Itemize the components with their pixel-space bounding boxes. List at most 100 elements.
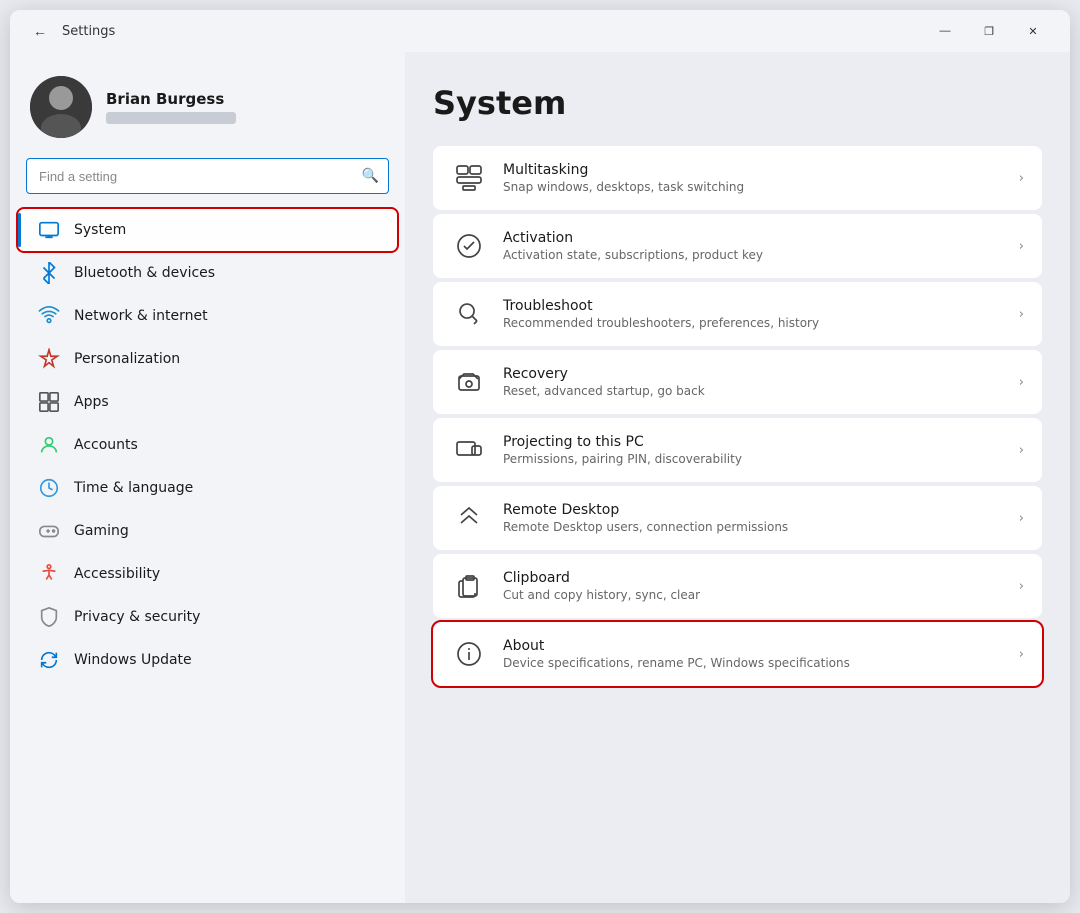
nav-list: System Bluetooth & devices Network & int… xyxy=(10,208,405,682)
sidebar-item-apps[interactable]: Apps xyxy=(18,381,397,423)
page-title: System xyxy=(433,84,1042,122)
recovery-settings-icon xyxy=(451,364,487,400)
close-button[interactable]: ✕ xyxy=(1012,15,1054,47)
accessibility-icon xyxy=(38,563,60,585)
settings-item-text: Projecting to this PC Permissions, pairi… xyxy=(503,434,1011,466)
sidebar-item-update[interactable]: Windows Update xyxy=(18,639,397,681)
settings-item-desc: Reset, advanced startup, go back xyxy=(503,384,1011,398)
settings-item-title: Remote Desktop xyxy=(503,502,1011,518)
settings-item-text: Troubleshoot Recommended troubleshooters… xyxy=(503,298,1011,330)
update-icon xyxy=(38,649,60,671)
chevron-right-icon: › xyxy=(1019,239,1024,254)
settings-item-text: Activation Activation state, subscriptio… xyxy=(503,230,1011,262)
search-box: 🔍 xyxy=(26,158,389,194)
settings-item-desc: Cut and copy history, sync, clear xyxy=(503,588,1011,602)
settings-item-title: Projecting to this PC xyxy=(503,434,1011,450)
sidebar-item-label: Accounts xyxy=(74,437,138,453)
sidebar-item-accounts[interactable]: Accounts xyxy=(18,424,397,466)
minimize-button[interactable]: — xyxy=(924,15,966,47)
sidebar-item-network[interactable]: Network & internet xyxy=(18,295,397,337)
settings-item-text: Clipboard Cut and copy history, sync, cl… xyxy=(503,570,1011,602)
maximize-button[interactable]: ❐ xyxy=(968,15,1010,47)
sidebar-item-label: Windows Update xyxy=(74,652,192,668)
sidebar-item-time[interactable]: Time & language xyxy=(18,467,397,509)
settings-item-desc: Snap windows, desktops, task switching xyxy=(503,180,1011,194)
settings-item-title: Activation xyxy=(503,230,1011,246)
chevron-right-icon: › xyxy=(1019,579,1024,594)
settings-item-projecting[interactable]: Projecting to this PC Permissions, pairi… xyxy=(433,418,1042,482)
settings-item-title: About xyxy=(503,638,1011,654)
projecting-settings-icon xyxy=(451,432,487,468)
settings-item-desc: Activation state, subscriptions, product… xyxy=(503,248,1011,262)
privacy-icon xyxy=(38,606,60,628)
settings-item-activation[interactable]: Activation Activation state, subscriptio… xyxy=(433,214,1042,278)
settings-list: Multitasking Snap windows, desktops, tas… xyxy=(433,146,1042,686)
activation-settings-icon xyxy=(451,228,487,264)
sidebar-item-label: Gaming xyxy=(74,523,129,539)
settings-item-recovery[interactable]: Recovery Reset, advanced startup, go bac… xyxy=(433,350,1042,414)
sidebar-item-personalization[interactable]: Personalization xyxy=(18,338,397,380)
titlebar: ← Settings — ❐ ✕ xyxy=(10,10,1070,52)
settings-item-text: Recovery Reset, advanced startup, go bac… xyxy=(503,366,1011,398)
multitasking-settings-icon xyxy=(451,160,487,196)
troubleshoot-settings-icon xyxy=(451,296,487,332)
back-button[interactable]: ← xyxy=(26,17,54,45)
gaming-icon xyxy=(38,520,60,542)
settings-item-desc: Device specifications, rename PC, Window… xyxy=(503,656,1011,670)
time-icon xyxy=(38,477,60,499)
sidebar-item-label: Network & internet xyxy=(74,308,208,324)
sidebar-item-label: Privacy & security xyxy=(74,609,200,625)
settings-item-troubleshoot[interactable]: Troubleshoot Recommended troubleshooters… xyxy=(433,282,1042,346)
sidebar-item-label: Apps xyxy=(74,394,109,410)
system-icon xyxy=(38,219,60,241)
settings-item-text: About Device specifications, rename PC, … xyxy=(503,638,1011,670)
user-name: Brian Burgess xyxy=(106,90,236,108)
settings-window: ← Settings — ❐ ✕ Brian Burge xyxy=(10,10,1070,903)
window-title: Settings xyxy=(62,24,924,39)
settings-item-desc: Recommended troubleshooters, preferences… xyxy=(503,316,1011,330)
settings-item-title: Recovery xyxy=(503,366,1011,382)
sidebar-item-label: Bluetooth & devices xyxy=(74,265,215,281)
settings-item-desc: Remote Desktop users, connection permiss… xyxy=(503,520,1011,534)
bluetooth-icon xyxy=(38,262,60,284)
clipboard-settings-icon xyxy=(451,568,487,604)
chevron-right-icon: › xyxy=(1019,171,1024,186)
user-info: Brian Burgess xyxy=(106,90,236,124)
chevron-right-icon: › xyxy=(1019,307,1024,322)
chevron-right-icon: › xyxy=(1019,443,1024,458)
sidebar-item-privacy[interactable]: Privacy & security xyxy=(18,596,397,638)
chevron-right-icon: › xyxy=(1019,647,1024,662)
sidebar-item-accessibility[interactable]: Accessibility xyxy=(18,553,397,595)
window-controls: — ❐ ✕ xyxy=(924,15,1054,47)
main-content: Brian Burgess 🔍 System Bluetooth & devic… xyxy=(10,52,1070,903)
sidebar-item-gaming[interactable]: Gaming xyxy=(18,510,397,552)
sidebar-item-label: Accessibility xyxy=(74,566,160,582)
main-panel: System Multitasking Snap windows, deskto… xyxy=(405,52,1070,903)
settings-item-multitasking[interactable]: Multitasking Snap windows, desktops, tas… xyxy=(433,146,1042,210)
accounts-icon xyxy=(38,434,60,456)
chevron-right-icon: › xyxy=(1019,511,1024,526)
sidebar-item-bluetooth[interactable]: Bluetooth & devices xyxy=(18,252,397,294)
personalization-icon xyxy=(38,348,60,370)
sidebar-item-label: Personalization xyxy=(74,351,180,367)
sidebar-item-label: Time & language xyxy=(74,480,193,496)
settings-item-remote[interactable]: Remote Desktop Remote Desktop users, con… xyxy=(433,486,1042,550)
search-icon: 🔍 xyxy=(362,168,379,184)
settings-item-clipboard[interactable]: Clipboard Cut and copy history, sync, cl… xyxy=(433,554,1042,618)
sidebar-item-system[interactable]: System xyxy=(18,209,397,251)
settings-item-text: Multitasking Snap windows, desktops, tas… xyxy=(503,162,1011,194)
about-settings-icon xyxy=(451,636,487,672)
apps-icon xyxy=(38,391,60,413)
avatar xyxy=(30,76,92,138)
settings-item-text: Remote Desktop Remote Desktop users, con… xyxy=(503,502,1011,534)
settings-item-about[interactable]: About Device specifications, rename PC, … xyxy=(433,622,1042,686)
settings-item-desc: Permissions, pairing PIN, discoverabilit… xyxy=(503,452,1011,466)
user-section: Brian Burgess xyxy=(10,64,405,158)
settings-item-title: Multitasking xyxy=(503,162,1011,178)
user-email xyxy=(106,112,236,124)
avatar-image xyxy=(30,76,92,138)
sidebar: Brian Burgess 🔍 System Bluetooth & devic… xyxy=(10,52,405,903)
search-input[interactable] xyxy=(26,158,389,194)
network-icon xyxy=(38,305,60,327)
chevron-right-icon: › xyxy=(1019,375,1024,390)
